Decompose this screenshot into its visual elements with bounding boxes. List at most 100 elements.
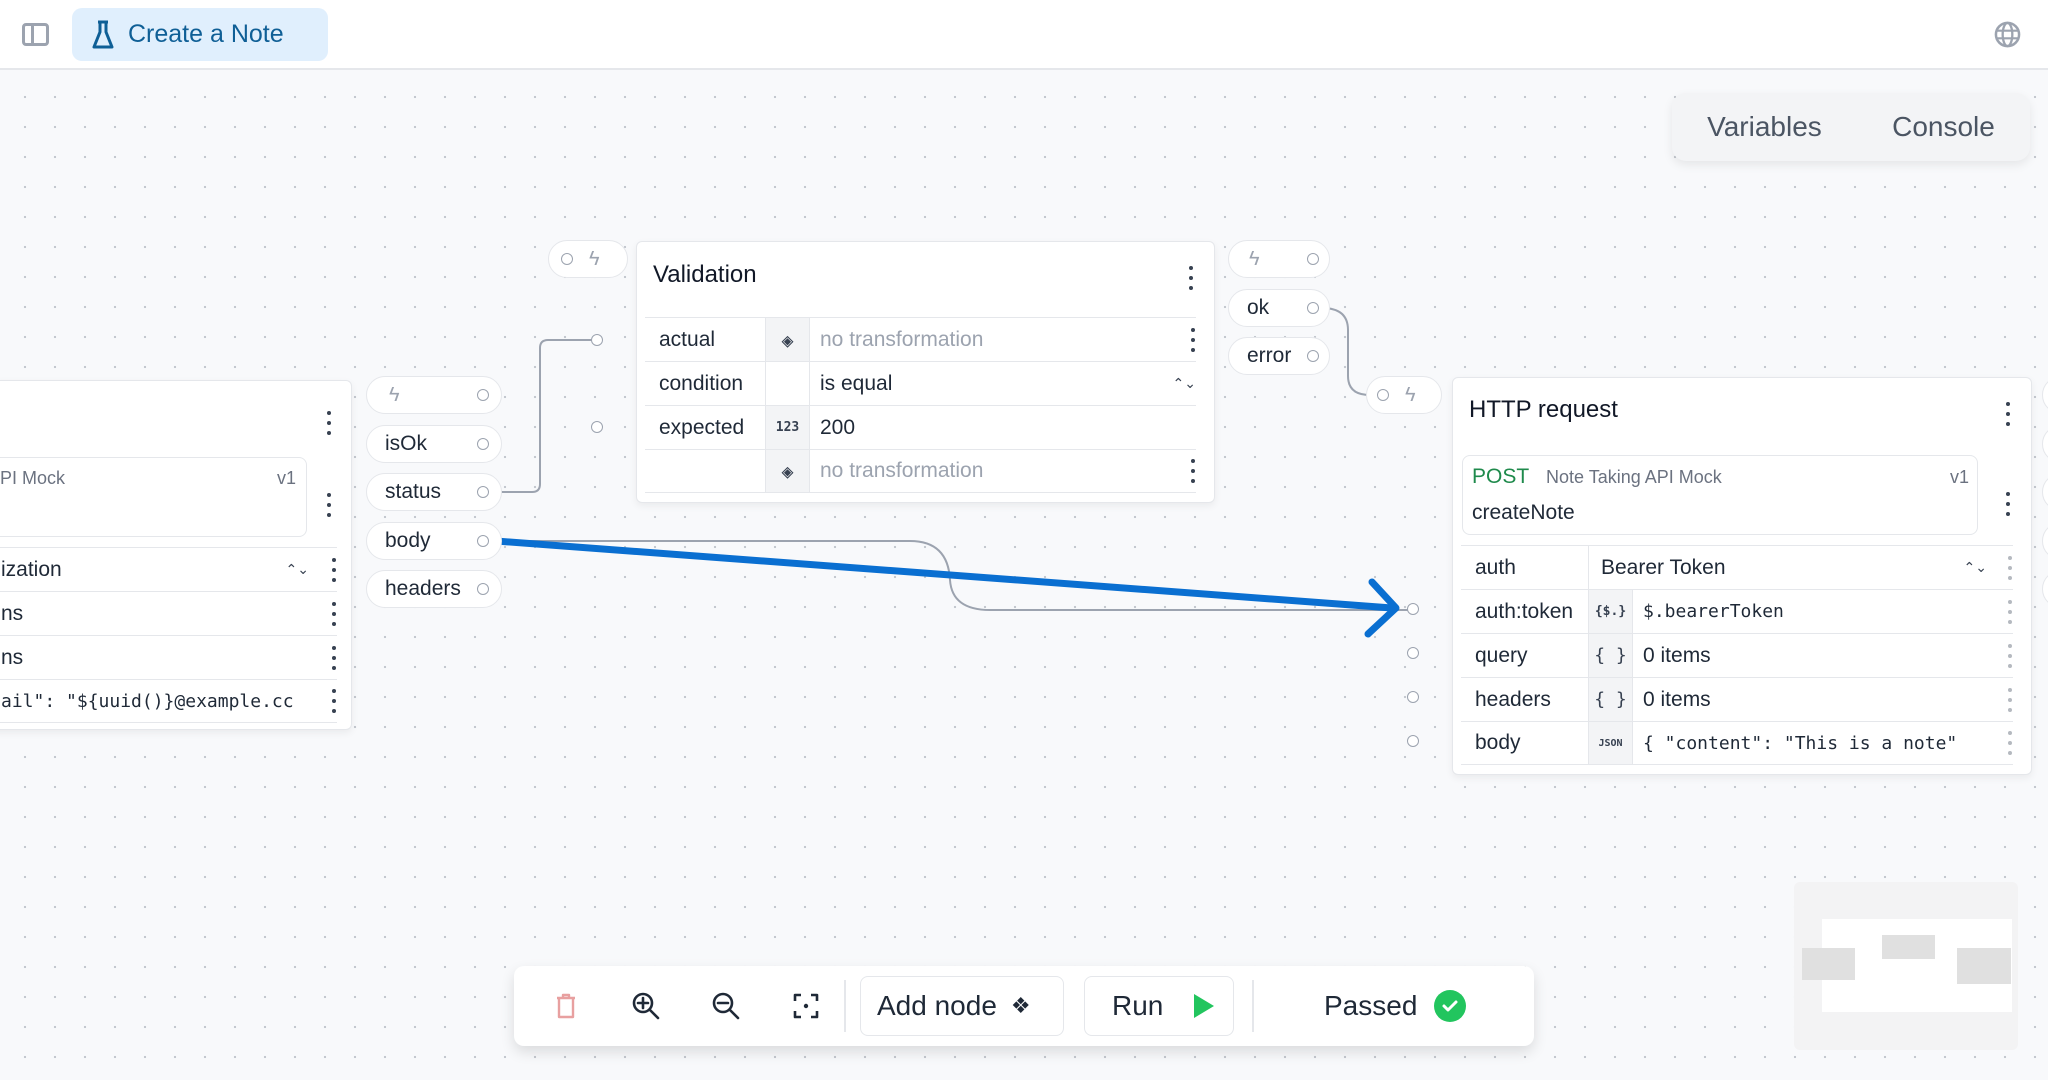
input-port[interactable] bbox=[1377, 389, 1389, 401]
left-node[interactable]: PI Mock v1 ization ⌃⌄ ns ns ail": "${uui… bbox=[0, 380, 352, 730]
validation-row-expected[interactable]: expected 123 200 bbox=[645, 405, 1196, 449]
transform-icon[interactable]: ◈ bbox=[766, 450, 810, 492]
node-menu-icon[interactable] bbox=[1188, 266, 1194, 290]
validation-output-ok[interactable]: ok bbox=[1228, 289, 1330, 327]
row-menu-icon[interactable] bbox=[2007, 599, 2013, 624]
http-row-headers[interactable]: headers { } 0 items bbox=[1461, 677, 2013, 721]
input-port-query[interactable] bbox=[1407, 647, 1419, 659]
node-menu-icon[interactable] bbox=[326, 411, 332, 435]
row-menu-icon[interactable] bbox=[331, 601, 337, 626]
output-port[interactable] bbox=[477, 535, 489, 547]
panel-tabs: Variables Console bbox=[1672, 93, 2030, 161]
row-menu-icon[interactable] bbox=[2007, 555, 2013, 580]
left-row[interactable]: ns bbox=[0, 591, 337, 635]
http-row-query[interactable]: query { } 0 items bbox=[1461, 633, 2013, 677]
row-menu-icon[interactable] bbox=[331, 557, 337, 582]
output-headers[interactable]: headers bbox=[366, 570, 502, 608]
run-button[interactable]: Run bbox=[1084, 976, 1234, 1036]
version: v1 bbox=[276, 468, 296, 488]
headers-value[interactable]: 0 items bbox=[1633, 678, 2007, 721]
add-node-button[interactable]: Add node ❖ bbox=[860, 976, 1064, 1036]
output-port[interactable] bbox=[477, 438, 489, 450]
tab-console[interactable]: Console bbox=[1882, 111, 2005, 143]
minimap[interactable] bbox=[1794, 882, 2018, 1050]
annotation-arrow-body bbox=[492, 537, 1396, 612]
query-value[interactable]: 0 items bbox=[1633, 634, 2007, 677]
output-port[interactable] bbox=[477, 583, 489, 595]
transform-icon[interactable]: ◈ bbox=[766, 318, 810, 361]
row-menu-icon[interactable] bbox=[1190, 327, 1196, 352]
http-request-node[interactable]: HTTP request POST Note Taking API Mock v… bbox=[1452, 377, 2032, 775]
condition-select[interactable]: is equal bbox=[810, 362, 1173, 405]
http-trigger-input[interactable]: ϟ bbox=[1366, 376, 1442, 414]
zoom-in-icon bbox=[632, 992, 660, 1020]
output-body[interactable]: body bbox=[366, 522, 502, 560]
add-node-icon: ❖ bbox=[1010, 993, 1031, 1018]
expected-input[interactable]: 200 bbox=[810, 406, 1196, 449]
output-port[interactable] bbox=[477, 486, 489, 498]
row-menu-icon[interactable] bbox=[331, 645, 337, 670]
operation-name: createNote bbox=[1472, 501, 1575, 524]
toolbar-divider bbox=[844, 980, 846, 1032]
bolt-icon: ϟ bbox=[589, 247, 600, 270]
auth-token-input[interactable]: $.bearerToken bbox=[1633, 590, 2007, 633]
row-menu-icon[interactable] bbox=[1190, 459, 1196, 483]
zoom-out-button[interactable] bbox=[702, 982, 750, 1030]
node-menu-icon[interactable] bbox=[2005, 402, 2011, 426]
http-row-auth[interactable]: auth Bearer Token ⌃⌄ bbox=[1461, 545, 2013, 589]
operation-card[interactable]: POST Note Taking API Mock v1 createNote bbox=[1462, 455, 1978, 535]
row-menu-icon[interactable] bbox=[2007, 643, 2013, 668]
http-row-body[interactable]: body JSON { "content": "This is a note" bbox=[1461, 721, 2013, 765]
object-icon: { } bbox=[1589, 678, 1633, 721]
output-port[interactable] bbox=[1307, 350, 1319, 362]
output-trigger[interactable]: ϟ bbox=[366, 376, 502, 414]
validation-row-expected-transform[interactable]: ◈ no transformation bbox=[645, 449, 1196, 493]
validation-output-error[interactable]: error bbox=[1228, 337, 1330, 375]
bolt-icon: ϟ bbox=[1249, 247, 1260, 270]
minimap-node bbox=[1957, 948, 2011, 984]
input-port-headers[interactable] bbox=[1407, 691, 1419, 703]
operation-menu-icon[interactable] bbox=[326, 493, 332, 517]
service-name: Note Taking API Mock bbox=[1546, 467, 1722, 487]
left-row[interactable]: ization ⌃⌄ bbox=[0, 547, 337, 591]
output-status[interactable]: status bbox=[366, 473, 502, 511]
input-port-expected[interactable] bbox=[591, 421, 603, 433]
output-port[interactable] bbox=[477, 389, 489, 401]
minimap-node bbox=[1882, 935, 1935, 959]
left-row[interactable]: ail": "${uuid()}@example.cc bbox=[0, 679, 337, 723]
node-title: HTTP request bbox=[1469, 396, 1618, 423]
row-menu-icon[interactable] bbox=[2007, 731, 2013, 755]
zoom-in-button[interactable] bbox=[622, 982, 670, 1030]
delete-button[interactable] bbox=[542, 982, 590, 1030]
fit-view-button[interactable] bbox=[782, 982, 830, 1030]
input-port-actual[interactable] bbox=[591, 334, 603, 346]
tab-variables[interactable]: Variables bbox=[1697, 111, 1832, 143]
validation-node[interactable]: Validation actual ◈ no transformation co… bbox=[636, 241, 1215, 503]
http-row-auth-token[interactable]: auth:token {$.} $.bearerToken bbox=[1461, 589, 2013, 633]
zoom-out-icon bbox=[712, 992, 740, 1020]
validation-output-trigger[interactable]: ϟ bbox=[1228, 240, 1330, 278]
output-isok[interactable]: isOk bbox=[366, 425, 502, 463]
left-row[interactable]: ns bbox=[0, 635, 337, 679]
row-menu-icon[interactable] bbox=[2007, 687, 2013, 712]
input-port-auth-token[interactable] bbox=[1407, 603, 1419, 615]
output-port[interactable] bbox=[1307, 253, 1319, 265]
body-value[interactable]: { "content": "This is a note" bbox=[1633, 722, 2007, 764]
object-icon: { } bbox=[1589, 634, 1633, 677]
trash-icon bbox=[557, 993, 575, 1019]
node-title: Validation bbox=[653, 261, 757, 288]
operation-menu-icon[interactable] bbox=[2005, 492, 2011, 516]
validation-row-condition[interactable]: condition is equal ⌃⌄ bbox=[645, 361, 1196, 405]
input-port[interactable] bbox=[561, 253, 573, 265]
operation-card[interactable]: PI Mock v1 bbox=[0, 457, 307, 537]
auth-select[interactable]: Bearer Token bbox=[1589, 546, 1964, 589]
validation-trigger-input[interactable]: ϟ bbox=[548, 240, 628, 278]
output-port[interactable] bbox=[1307, 302, 1319, 314]
expression-icon: {$.} bbox=[1589, 590, 1633, 633]
input-port-body[interactable] bbox=[1407, 735, 1419, 747]
row-menu-icon[interactable] bbox=[331, 689, 337, 713]
validation-row-actual[interactable]: actual ◈ no transformation bbox=[645, 317, 1196, 361]
check-circle-icon bbox=[1434, 990, 1467, 1022]
select-chevron-icon: ⌃⌄ bbox=[1963, 559, 1987, 575]
bolt-icon: ϟ bbox=[389, 383, 400, 406]
